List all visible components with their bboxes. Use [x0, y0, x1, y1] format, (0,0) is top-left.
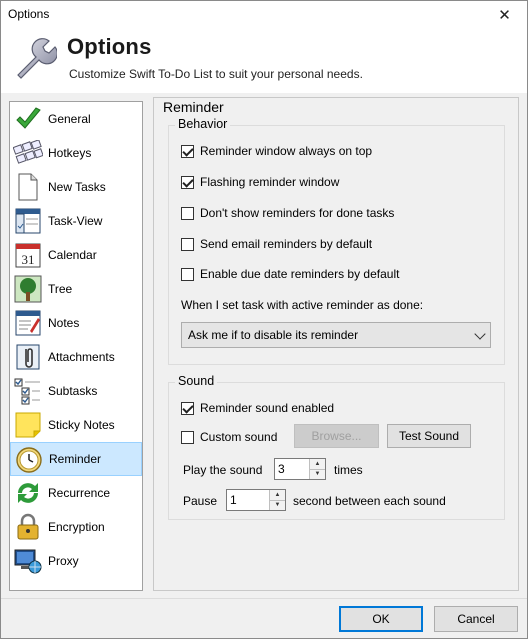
nav-label: Attachments [48, 350, 115, 364]
chevron-down-icon [474, 328, 486, 340]
checkmark-icon [13, 104, 43, 134]
recurrence-arrows-icon [13, 478, 43, 508]
nav-item-hotkeys[interactable]: Hotkeys [10, 136, 142, 170]
email-reminders-checkbox[interactable]: Send email reminders by default [181, 237, 372, 251]
ok-button[interactable]: OK [339, 606, 423, 632]
nav-item-notes[interactable]: Notes [10, 306, 142, 340]
always-on-top-checkbox[interactable]: Reminder window always on top [181, 144, 372, 158]
checkbox-box[interactable] [181, 430, 194, 444]
tree-icon [13, 274, 43, 304]
stepper-down-icon[interactable]: ▼ [310, 469, 325, 479]
close-icon[interactable]: ✕ [482, 1, 527, 29]
reminder-settings-panel: Reminder Behavior Reminder window always… [153, 97, 519, 591]
cancel-button[interactable]: Cancel [434, 606, 518, 632]
checkbox-box[interactable] [181, 206, 194, 220]
new-document-icon [13, 172, 43, 202]
nav-item-new-tasks[interactable]: New Tasks [10, 170, 142, 204]
title-bar[interactable]: Options ✕ [1, 1, 527, 29]
sound-enabled-checkbox[interactable]: Reminder sound enabled [181, 401, 334, 415]
flashing-window-checkbox[interactable]: Flashing reminder window [181, 175, 339, 189]
nav-label: Hotkeys [48, 146, 92, 160]
calendar-day: 31 [22, 252, 35, 267]
category-list[interactable]: General Hotkeys New Tasks Task-View 31 C… [9, 101, 143, 591]
window-title: Options [8, 7, 50, 21]
subtasks-icon [13, 376, 43, 406]
play-count-stepper[interactable]: 3 ▲ ▼ [274, 458, 326, 480]
nav-item-sticky-notes[interactable]: Sticky Notes [10, 408, 142, 442]
network-globe-icon [13, 546, 43, 576]
stepper-up-icon[interactable]: ▲ [310, 459, 325, 470]
nav-item-general[interactable]: General [10, 102, 142, 136]
notes-icon [13, 308, 43, 338]
behavior-legend: Behavior [175, 117, 231, 131]
nav-item-calendar[interactable]: 31 Calendar [10, 238, 142, 272]
nav-label: Recurrence [48, 486, 111, 500]
padlock-icon [13, 512, 43, 542]
nav-label: General [48, 112, 91, 126]
checkbox-box[interactable] [181, 237, 194, 251]
done-action-dropdown[interactable]: Ask me if to disable its reminder [181, 322, 491, 348]
nav-item-reminder[interactable]: Reminder [10, 442, 142, 476]
nav-item-subtasks[interactable]: Subtasks [10, 374, 142, 408]
test-sound-button[interactable]: Test Sound [387, 424, 471, 448]
nav-label: Reminder [49, 452, 102, 466]
browse-button[interactable]: Browse... [294, 424, 379, 448]
calendar-icon: 31 [13, 240, 43, 270]
dialog-header: Options Customize Swift To-Do List to su… [1, 29, 527, 93]
nav-item-tree[interactable]: Tree [10, 272, 142, 306]
nav-label: Task-View [48, 214, 103, 228]
panel-title: Reminder [163, 99, 224, 115]
dialog-footer: OK Cancel [1, 598, 527, 638]
sound-legend: Sound [175, 374, 218, 388]
nav-item-attachments[interactable]: Attachments [10, 340, 142, 374]
alarm-clock-icon [14, 444, 44, 474]
nav-item-recurrence[interactable]: Recurrence [10, 476, 142, 510]
nav-label: Calendar [48, 248, 97, 262]
nav-item-task-view[interactable]: Task-View [10, 204, 142, 238]
wrench-icon [17, 38, 57, 79]
nav-label: Sticky Notes [48, 418, 115, 432]
times-label: times [334, 463, 363, 477]
paperclip-icon [13, 342, 43, 372]
pause-seconds-stepper[interactable]: 1 ▲ ▼ [226, 489, 286, 511]
nav-item-proxy[interactable]: Proxy [10, 544, 142, 578]
sticky-note-icon [13, 410, 43, 440]
task-view-icon [13, 206, 43, 236]
stepper-down-icon[interactable]: ▼ [270, 500, 285, 510]
nav-label: New Tasks [48, 180, 106, 194]
nav-label: Subtasks [48, 384, 98, 398]
nav-label: Notes [48, 316, 80, 330]
page-title: Options [67, 34, 152, 59]
nav-label: Proxy [48, 554, 79, 568]
options-dialog: Options ✕ Options Customize Swift To-Do … [0, 0, 528, 639]
pause-label: Pause [183, 494, 218, 508]
checkbox-box[interactable] [181, 401, 194, 415]
page-subtitle: Customize Swift To-Do List to suit your … [69, 67, 363, 81]
nav-item-encryption[interactable]: Encryption [10, 510, 142, 544]
custom-sound-checkbox[interactable]: Custom sound [181, 430, 277, 444]
keyboard-icon [13, 138, 43, 168]
stepper-up-icon[interactable]: ▲ [270, 490, 285, 501]
checkbox-box[interactable] [181, 175, 194, 189]
play-sound-label: Play the sound [183, 463, 263, 477]
checkbox-box[interactable] [181, 267, 194, 281]
done-action-label: When I set task with active reminder as … [181, 298, 424, 312]
hide-done-reminders-checkbox[interactable]: Don't show reminders for done tasks [181, 206, 394, 220]
behavior-group: Behavior Reminder window always on top F… [168, 117, 505, 365]
nav-label: Tree [48, 282, 73, 296]
due-date-reminders-checkbox[interactable]: Enable due date reminders by default [181, 267, 399, 281]
pause-suffix-label: second between each sound [293, 494, 446, 508]
sound-group: Sound Reminder sound enabled Custom soun… [168, 374, 505, 520]
checkbox-box[interactable] [181, 144, 194, 158]
dialog-body: General Hotkeys New Tasks Task-View 31 C… [1, 93, 527, 598]
nav-label: Encryption [48, 520, 105, 534]
